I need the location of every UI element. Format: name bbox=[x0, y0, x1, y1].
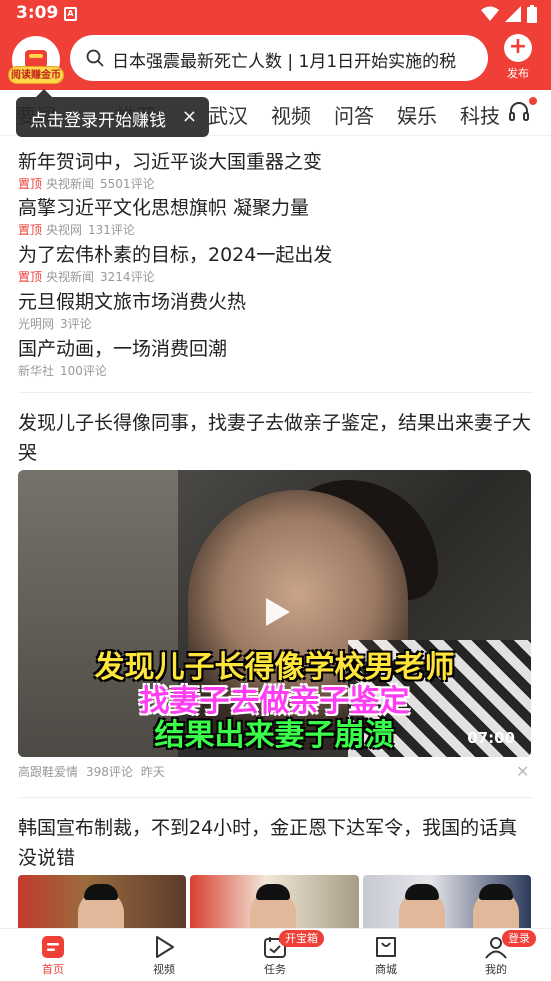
nav-label: 商城 bbox=[375, 963, 397, 976]
article-image bbox=[362, 875, 531, 930]
shop-bag-icon bbox=[356, 933, 416, 961]
notification-icon: A bbox=[64, 7, 77, 21]
play-icon[interactable] bbox=[258, 594, 294, 630]
tab-qa[interactable]: 问答 bbox=[334, 100, 374, 129]
tooltip-close-icon[interactable]: × bbox=[182, 106, 197, 127]
tab-wuhan[interactable]: 武汉 bbox=[208, 100, 248, 129]
login-badge: 登录 bbox=[502, 930, 536, 947]
login-tooltip[interactable]: 点击登录开始赚钱 × bbox=[16, 89, 209, 137]
news-title: 元旦假期文旅市场消费火热 bbox=[18, 291, 247, 313]
plus-icon: + bbox=[504, 34, 532, 62]
nav-mine[interactable]: 我的 登录 bbox=[466, 930, 536, 977]
news-item[interactable]: 新年贺词中，习近平谈大国重器之变 置顶 央视新闻 5501评论 bbox=[18, 150, 538, 192]
section-divider bbox=[18, 797, 533, 798]
news-item[interactable]: 为了宏伟朴素的目标，2024一起出发 置顶 央视新闻 3214评论 bbox=[18, 243, 538, 285]
pinned-tag: 置顶 bbox=[18, 177, 43, 191]
news-meta: 置顶 央视网 131评论 bbox=[18, 221, 538, 238]
signal-icon bbox=[505, 6, 521, 22]
news-title: 新年贺词中，习近平谈大国重器之变 bbox=[18, 151, 323, 173]
publish-label: 发布 bbox=[507, 67, 529, 80]
news-comments: 3214评论 bbox=[100, 270, 155, 284]
search-bar[interactable]: 日本强震最新死亡人数 | 1月1日开始实施的税 bbox=[70, 35, 488, 81]
tab-video[interactable]: 视频 bbox=[271, 100, 311, 129]
bottom-nav: 首页 视频 任务 开宝箱 商城 我的 登录 bbox=[0, 928, 551, 981]
portrait-figure bbox=[250, 884, 297, 930]
publish-button[interactable]: + 发布 bbox=[498, 34, 538, 81]
tooltip-text: 点击登录开始赚钱 bbox=[30, 111, 166, 131]
new-dot-badge bbox=[529, 97, 537, 105]
nav-video[interactable]: 视频 bbox=[134, 933, 194, 977]
status-icons bbox=[481, 5, 537, 23]
news-comments: 3评论 bbox=[60, 317, 92, 331]
top-header: 阅读赚金币 日本强震最新死亡人数 | 1月1日开始实施的税 + 发布 bbox=[0, 28, 551, 90]
portrait-figure bbox=[398, 884, 445, 930]
nav-label: 任务 bbox=[264, 963, 286, 976]
nav-home[interactable]: 首页 bbox=[23, 933, 83, 977]
search-hint-text: 日本强震最新死亡人数 | 1月1日开始实施的税 bbox=[112, 52, 457, 72]
portrait-figure bbox=[78, 884, 124, 930]
tab-tech[interactable]: 科技 bbox=[460, 100, 500, 129]
news-source: 央视新闻 bbox=[46, 270, 95, 284]
nav-label: 我的 bbox=[485, 963, 507, 976]
portrait-figure bbox=[472, 884, 519, 930]
news-item[interactable]: 元旦假期文旅市场消费火热 光明网 3评论 bbox=[18, 290, 538, 332]
news-source: 央视网 bbox=[46, 223, 83, 237]
news-item[interactable]: 国产动画，一场消费回潮 新华社 100评论 bbox=[18, 337, 538, 379]
battery-icon bbox=[527, 5, 537, 23]
article-image-row[interactable] bbox=[18, 875, 531, 930]
news-meta: 置顶 央视新闻 3214评论 bbox=[18, 268, 538, 285]
wifi-icon bbox=[481, 6, 499, 21]
article-image bbox=[190, 875, 359, 930]
search-icon bbox=[86, 49, 104, 67]
news-item[interactable]: 高擎习近平文化思想旗帜 凝聚力量 置顶 央视网 131评论 bbox=[18, 196, 538, 238]
video-comments: 398评论 bbox=[86, 765, 133, 779]
video-thumbnail[interactable]: 发现儿子长得像学校男老师 找妻子去做亲子鉴定 结果出来妻子崩溃 07:00 bbox=[18, 470, 531, 757]
news-meta: 新华社 100评论 bbox=[18, 362, 538, 379]
headphones-icon[interactable] bbox=[508, 100, 530, 122]
nav-shop[interactable]: 商城 bbox=[356, 933, 416, 977]
play-icon bbox=[134, 933, 194, 961]
nav-label: 首页 bbox=[42, 963, 64, 976]
earn-coins-badge[interactable]: 阅读赚金币 bbox=[8, 66, 64, 84]
nav-label: 视频 bbox=[153, 963, 175, 976]
tooltip-arrow bbox=[36, 89, 52, 97]
home-icon bbox=[23, 933, 83, 961]
pinned-tag: 置顶 bbox=[18, 270, 43, 284]
section-divider bbox=[18, 392, 533, 393]
treasure-badge: 开宝箱 bbox=[279, 930, 324, 947]
news-comments: 131评论 bbox=[88, 223, 135, 237]
news-title: 为了宏伟朴素的目标，2024一起出发 bbox=[18, 244, 333, 266]
news-source: 央视新闻 bbox=[46, 177, 95, 191]
app-root: 3:09 A 阅读赚金币 日本强震最新死亡人数 | 1月1日开始实施的税 + 发… bbox=[0, 0, 551, 981]
news-title: 高擎习近平文化思想旗帜 凝聚力量 bbox=[18, 197, 310, 219]
video-caption: 发现儿子长得像学校男老师 bbox=[94, 650, 455, 685]
nav-tasks[interactable]: 任务 开宝箱 bbox=[245, 930, 324, 977]
dismiss-close-icon[interactable]: ✕ bbox=[516, 762, 529, 781]
video-duration: 07:00 bbox=[467, 729, 515, 747]
next-article-title[interactable]: 韩国宣布制裁，不到24小时，金正恩下达军令，我国的话真没说错 bbox=[18, 813, 533, 873]
article-image bbox=[18, 875, 187, 930]
news-comments: 100评论 bbox=[60, 364, 107, 378]
news-source: 新华社 bbox=[18, 364, 55, 378]
video-caption: 结果出来妻子崩溃 bbox=[154, 718, 395, 753]
news-source: 光明网 bbox=[18, 317, 55, 331]
video-caption: 找妻子去做亲子鉴定 bbox=[139, 684, 410, 719]
news-title: 国产动画，一场消费回潮 bbox=[18, 338, 228, 360]
status-time: 3:09 bbox=[16, 3, 59, 23]
news-meta: 光明网 3评论 bbox=[18, 315, 538, 332]
video-meta: 高跟鞋爱情 398评论 昨天 bbox=[18, 763, 173, 780]
video-article-title[interactable]: 发现儿子长得像同事，找妻子去做亲子鉴定，结果出来妻子大哭 bbox=[18, 408, 533, 468]
status-bar: 3:09 A bbox=[0, 0, 551, 28]
tab-entertainment[interactable]: 娱乐 bbox=[397, 100, 437, 129]
pinned-tag: 置顶 bbox=[18, 223, 43, 237]
video-time: 昨天 bbox=[140, 765, 165, 779]
news-comments: 5501评论 bbox=[100, 177, 155, 191]
news-meta: 置顶 央视新闻 5501评论 bbox=[18, 175, 538, 192]
video-source: 高跟鞋爱情 bbox=[18, 765, 79, 779]
